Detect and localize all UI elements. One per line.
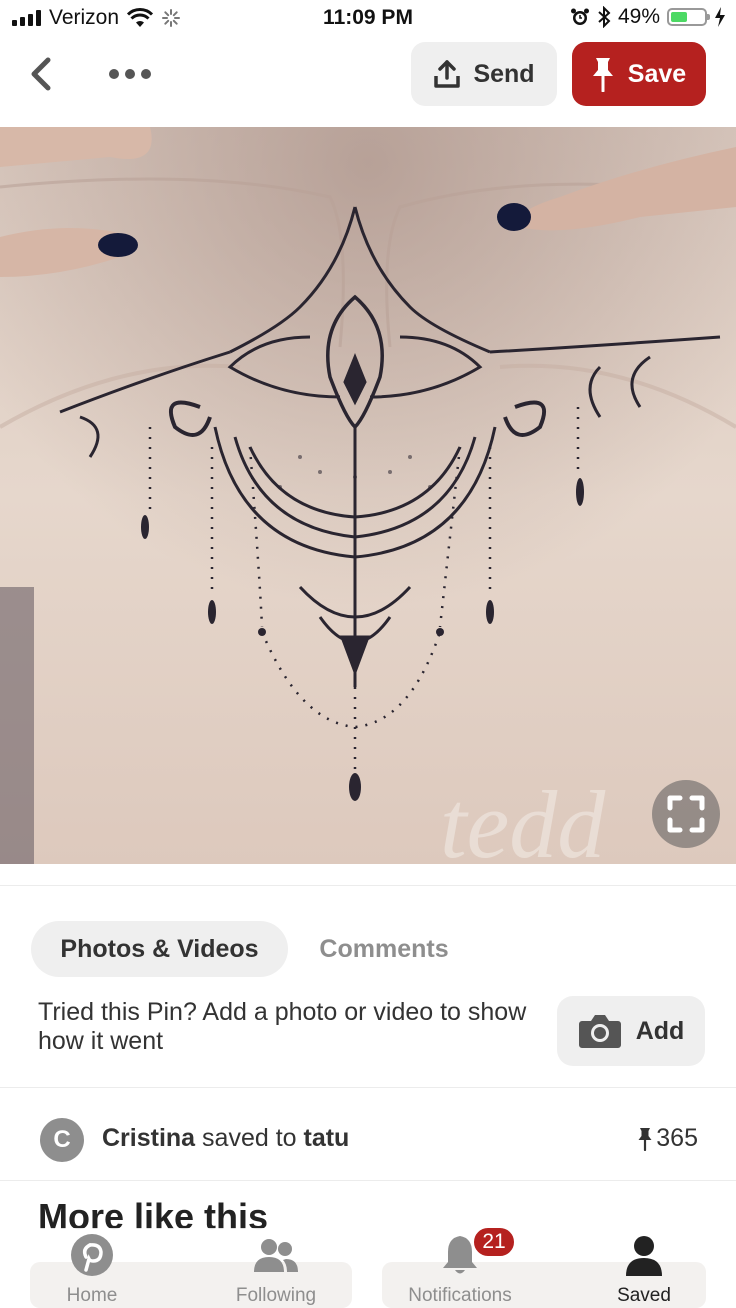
alarm-icon (570, 8, 589, 25)
section-divider (0, 885, 736, 886)
nav-following-label: Following (235, 1285, 317, 1306)
bluetooth-icon (598, 6, 611, 28)
board-name-link[interactable]: tatu (304, 1124, 350, 1152)
nav-notifications[interactable]: Notifications (368, 1228, 552, 1308)
camera-icon (578, 1015, 621, 1048)
nav-notifications-label: Notifications (408, 1285, 512, 1306)
nav-saved-label: Saved (617, 1285, 671, 1306)
share-upload-icon (434, 60, 461, 88)
nav-following[interactable]: Following (184, 1228, 368, 1308)
more-options-button[interactable] (104, 60, 156, 88)
notifications-badge: 21 (472, 1226, 516, 1258)
expand-icon (667, 795, 705, 833)
tab-comments[interactable]: Comments (300, 921, 468, 977)
section-divider (0, 1180, 736, 1181)
section-divider (0, 1087, 736, 1088)
back-chevron-icon (31, 57, 51, 91)
watermark-text: tedd (440, 771, 606, 864)
save-count: 365 (638, 1124, 698, 1153)
battery-percent: 49% (617, 5, 660, 28)
save-count-value: 365 (656, 1124, 698, 1152)
battery-icon (667, 8, 710, 26)
nav-saved[interactable]: Saved (552, 1228, 736, 1308)
pin-image[interactable]: tedd (0, 127, 736, 864)
battery-level-fill (671, 12, 687, 22)
tattoo-photo: tedd (0, 127, 736, 864)
add-label: Add (635, 1016, 685, 1045)
nav-home-label: Home (66, 1285, 118, 1306)
people-icon (254, 1239, 298, 1272)
tab-photos-videos[interactable]: Photos & Videos (31, 921, 288, 977)
send-label: Send (473, 59, 535, 88)
add-photo-button[interactable]: Add (557, 996, 705, 1066)
saved-to-text: saved to (195, 1124, 304, 1152)
saver-name-link[interactable]: Cristina (102, 1124, 195, 1152)
back-button[interactable] (22, 54, 62, 94)
pinterest-logo-icon (71, 1234, 113, 1276)
tried-prompt-text: Tried this Pin? Add a photo or video to … (38, 998, 527, 1055)
saved-by-line: Cristina saved to tatu (102, 1124, 349, 1153)
pushpin-icon (638, 1127, 652, 1151)
avatar[interactable]: C (40, 1118, 84, 1162)
save-button[interactable]: Save (572, 42, 706, 106)
send-button[interactable]: Send (411, 42, 557, 106)
status-bar: Verizon 11:09 PM 49% (0, 0, 736, 36)
charging-icon (715, 7, 725, 27)
bottom-nav: Home Following Notifications 21 Saved (0, 1226, 736, 1308)
expand-image-button[interactable] (652, 780, 720, 848)
nav-home[interactable]: Home (0, 1228, 184, 1308)
pin-header: Send Save (0, 36, 736, 126)
person-icon (626, 1236, 662, 1276)
pushpin-icon (592, 58, 613, 92)
save-label: Save (627, 59, 687, 88)
more-like-this-heading: More like this (38, 1196, 269, 1232)
more-dots-icon (109, 69, 151, 79)
status-right: 49% (570, 5, 726, 29)
